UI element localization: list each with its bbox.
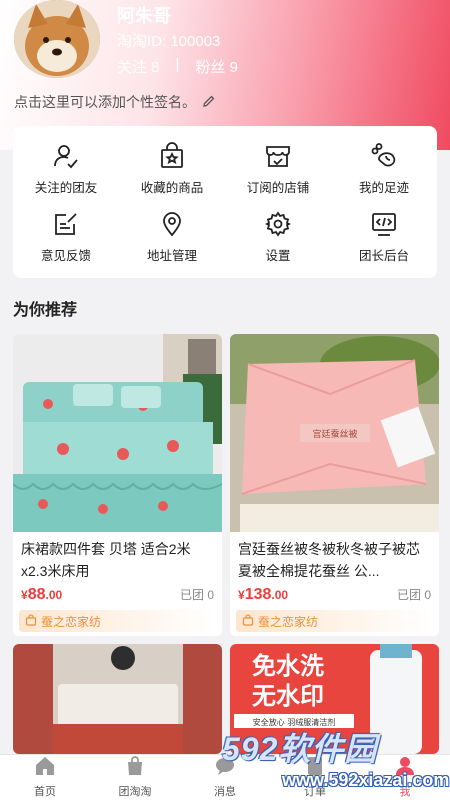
shop-name: 蚕之恋家纺 <box>258 614 319 629</box>
quilt-tag-label: 宫廷蚕丝被 <box>312 428 357 440</box>
tab-messages[interactable]: 消息 <box>180 755 270 800</box>
menu-item-label: 意见反馈 <box>40 248 91 263</box>
avatar[interactable] <box>14 0 100 78</box>
tab-label: 消息 <box>214 786 236 798</box>
menu-item-label: 订阅的店铺 <box>246 180 310 195</box>
shopping-bag-icon <box>124 756 146 781</box>
price-decimal: .00 <box>45 588 63 602</box>
price-integer: 138 <box>244 586 272 603</box>
signature-text[interactable]: 点击这里可以添加个性签名。 <box>14 92 196 112</box>
tab-label: 团淘淘 <box>118 786 152 798</box>
code-monitor-icon <box>369 209 399 239</box>
location-pin-icon <box>157 209 187 239</box>
product-image-detergent[interactable]: 免水洗 无水印 安全放心 羽绒服清洁剂 <box>230 644 439 754</box>
tab-label: 首页 <box>34 786 56 798</box>
menu-item-label: 关注的团友 <box>34 180 98 195</box>
function-menu: 关注的团友 收藏的商品 订阅的店铺 我的足迹 意见反馈 地址管理 设置 团长后台 <box>13 126 437 278</box>
follow-stats: 关注 8 | 粉丝 9 <box>117 56 238 77</box>
banner-small: 安全放心 羽绒服清洁剂 <box>253 717 336 727</box>
tab-group-buy[interactable]: 团淘淘 <box>90 755 180 800</box>
menu-item-label: 我的足迹 <box>358 180 409 195</box>
shop-bag-icon <box>242 613 254 629</box>
price-decimal: .00 <box>271 588 289 602</box>
product-price-row: ¥138.00 已团 0 <box>230 582 439 604</box>
signature-row[interactable]: 点击这里可以添加个性签名。 <box>14 92 216 112</box>
feedback-icon <box>51 209 81 239</box>
menu-item-my-footprints[interactable]: 我的足迹 <box>331 134 437 202</box>
price-integer: 88 <box>27 586 46 603</box>
shop-name: 蚕之恋家纺 <box>41 614 102 629</box>
menu-item-feedback[interactable]: 意见反馈 <box>13 202 119 270</box>
price-symbol: ¥ <box>238 588 245 602</box>
gear-icon <box>263 209 293 239</box>
menu-item-label: 团长后台 <box>358 248 409 263</box>
menu-item-favorite-products[interactable]: 收藏的商品 <box>119 134 225 202</box>
menu-item-label: 收藏的商品 <box>140 180 204 195</box>
sold-count: 已团 0 <box>179 588 214 602</box>
price-symbol: ¥ <box>21 588 28 602</box>
product-title[interactable]: 宫廷蚕丝被冬被秋冬被子被芯夏被全棉提花蚕丝 公... <box>230 532 439 582</box>
shop-tag[interactable]: 蚕之恋家纺 <box>19 610 216 632</box>
home-icon <box>34 756 56 781</box>
menu-item-label: 地址管理 <box>146 248 197 263</box>
product-image-silk-quilt[interactable]: 宫廷蚕丝被 <box>230 334 439 532</box>
product-title[interactable]: 床裙款四件套 贝塔 适合2米x2.3米床用 <box>13 532 222 582</box>
menu-item-followed-members[interactable]: 关注的团友 <box>13 134 119 202</box>
following-count[interactable]: 关注 8 <box>117 56 160 77</box>
product-image-bedroom[interactable] <box>13 644 222 754</box>
tab-label: 订单 <box>304 786 326 798</box>
menu-item-address-management[interactable]: 地址管理 <box>119 202 225 270</box>
store-icon <box>263 141 293 171</box>
tab-orders[interactable]: 订单 <box>270 755 360 800</box>
followers-count[interactable]: 粉丝 9 <box>195 56 238 77</box>
star-bag-icon <box>157 141 187 171</box>
username: 阿朱哥 <box>117 6 171 26</box>
banner-line2: 无水印 <box>252 682 324 710</box>
product-card[interactable]: 宫廷蚕丝被 宫廷蚕丝被冬被秋冬被子被芯夏被全棉提花蚕丝 公... ¥138.00… <box>230 334 439 636</box>
shop-tag[interactable]: 蚕之恋家纺 <box>236 610 433 632</box>
user-id: 淘淘ID: 100003 <box>117 33 221 50</box>
user-icon <box>394 756 416 781</box>
product-card[interactable]: 床裙款四件套 贝塔 适合2米x2.3米床用 ¥88.00 已团 0 蚕之恋家纺 <box>13 334 222 636</box>
product-card[interactable]: 免水洗 无水印 安全放心 羽绒服清洁剂 <box>230 644 439 754</box>
follow-separator: | <box>175 56 180 73</box>
user-check-icon <box>51 141 81 171</box>
order-icon <box>304 756 326 781</box>
chat-icon <box>214 756 236 781</box>
recommend-section-title: 为你推荐 <box>13 302 78 319</box>
tab-me[interactable]: 我 <box>360 755 450 800</box>
product-image-bedding-set[interactable] <box>13 334 222 532</box>
menu-item-subscribed-shops[interactable]: 订阅的店铺 <box>225 134 331 202</box>
shop-bag-icon <box>25 613 37 629</box>
tab-home[interactable]: 首页 <box>0 755 90 800</box>
product-card[interactable] <box>13 644 222 754</box>
sold-count: 已团 0 <box>396 588 431 602</box>
menu-item-label: 设置 <box>265 248 291 263</box>
product-price: ¥88.00 <box>21 586 62 604</box>
product-price-row: ¥88.00 已团 0 <box>13 582 222 604</box>
tab-label: 我 <box>399 786 411 798</box>
product-price: ¥138.00 <box>238 586 288 604</box>
menu-item-settings[interactable]: 设置 <box>225 202 331 270</box>
bottom-tab-bar: 首页 团淘淘 消息 订单 我 <box>0 754 450 800</box>
footprint-icon <box>369 141 399 171</box>
edit-pencil-icon[interactable] <box>202 94 216 111</box>
menu-item-leader-backend[interactable]: 团长后台 <box>331 202 437 270</box>
banner-line1: 免水洗 <box>252 652 324 680</box>
